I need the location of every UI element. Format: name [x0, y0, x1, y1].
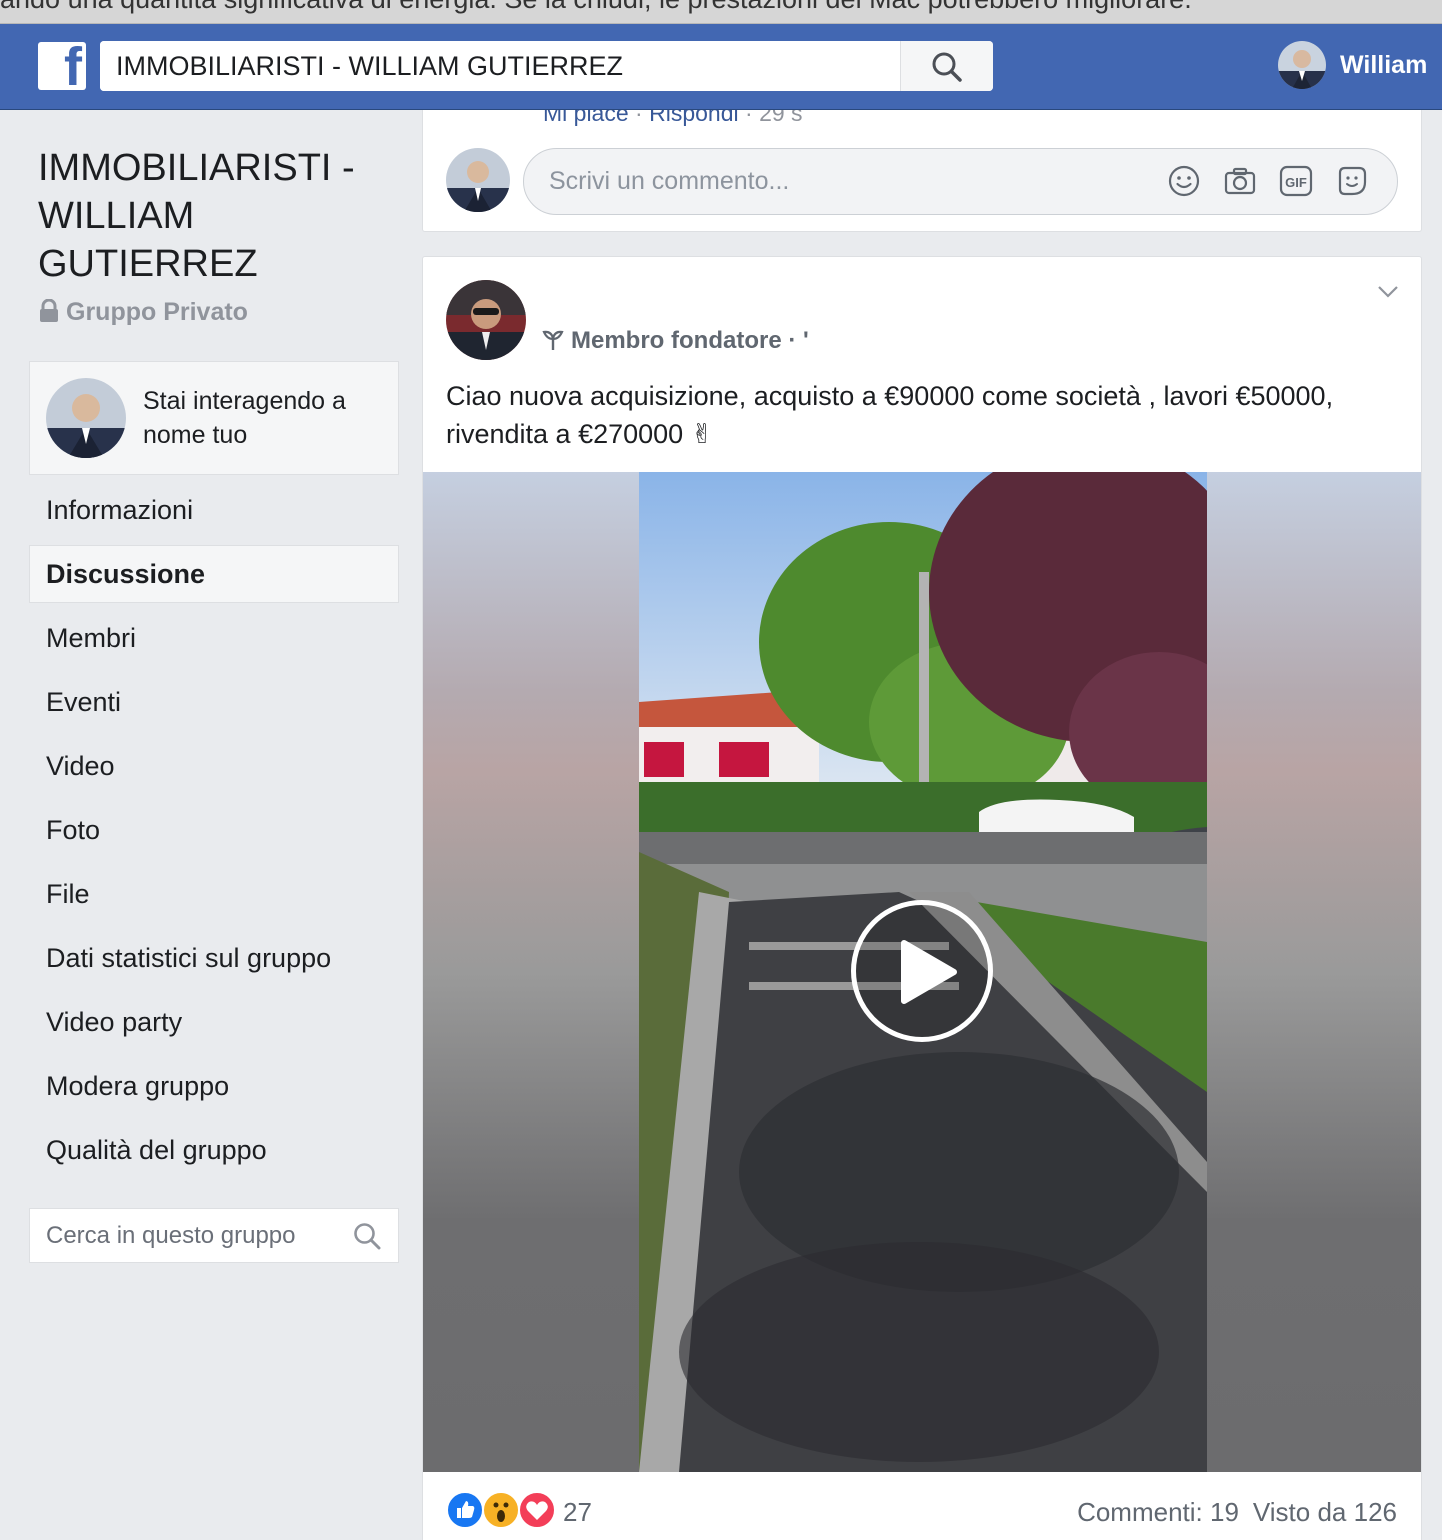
global-search-input[interactable]	[100, 41, 900, 91]
comment-composer: GIF	[523, 148, 1398, 215]
comment-input[interactable]	[524, 149, 1144, 214]
emoji-icon[interactable]	[1167, 164, 1201, 198]
group-privacy: Gruppo Privato	[38, 298, 248, 327]
post-author-meta: Membro fondatore · '	[541, 327, 809, 355]
user-name: William	[1340, 51, 1428, 79]
nav-informazioni[interactable]: Informazioni	[29, 481, 399, 539]
nav-modera-gruppo[interactable]: Modera gruppo	[29, 1057, 399, 1115]
nav-video[interactable]: Video	[29, 737, 399, 795]
user-avatar	[1278, 41, 1326, 89]
nav-foto[interactable]: Foto	[29, 801, 399, 859]
browser-notice-bar: ando una quantità significativa di energ…	[0, 0, 1442, 24]
reactions-count: 27	[563, 1497, 592, 1527]
facebook-logo-letter: f	[64, 42, 82, 90]
previous-comment-actions: Mi piace · Rispondi · 29 s	[543, 110, 803, 127]
global-search-button[interactable]	[900, 41, 993, 91]
like-reaction-icon	[446, 1491, 484, 1529]
lock-icon	[40, 298, 58, 322]
gif-icon[interactable]: GIF	[1279, 164, 1313, 198]
group-privacy-label: Gruppo Privato	[66, 298, 248, 326]
sprout-icon	[542, 330, 564, 350]
previous-post-card: Mi piace · Rispondi · 29 s GIF	[422, 110, 1422, 232]
founder-badge[interactable]: Membro fondatore	[571, 327, 782, 354]
group-title[interactable]: IMMOBILIARISTI - WILLIAM GUTIERREZ	[38, 144, 378, 288]
post-text: Ciao nuova acquisizione, acquisto a €900…	[446, 381, 1334, 449]
comments-count[interactable]: Commenti: 19	[1077, 1497, 1239, 1527]
like-link[interactable]: Mi piace	[543, 110, 629, 126]
camera-icon[interactable]	[1223, 164, 1257, 198]
search-icon	[932, 52, 962, 82]
post-stats: Commenti: 19 Visto da 126	[1077, 1497, 1397, 1528]
comment-timestamp[interactable]: 29 s	[759, 110, 802, 126]
chevron-down-icon[interactable]	[1377, 285, 1399, 299]
love-reaction-icon	[518, 1491, 556, 1529]
acting-as-label: Stai interagendo a nome tuo	[143, 387, 346, 449]
group-search-input[interactable]	[30, 1209, 340, 1262]
nav-video-party[interactable]: Video party	[29, 993, 399, 1051]
video-player[interactable]	[423, 472, 1421, 1472]
browser-notice-text: ando una quantità significativa di energ…	[0, 0, 1192, 15]
nav-dati-statistici[interactable]: Dati statistici sul gruppo	[29, 929, 399, 987]
nav-eventi[interactable]: Eventi	[29, 673, 399, 731]
nav-discussione[interactable]: Discussione	[29, 545, 399, 603]
nav-membri[interactable]: Membri	[29, 609, 399, 667]
sticker-icon[interactable]	[1335, 164, 1369, 198]
top-navigation-bar: f William	[0, 24, 1442, 110]
global-search	[100, 41, 993, 91]
acting-as-switcher[interactable]: Stai interagendo a nome tuo	[29, 361, 399, 475]
reply-link[interactable]: Rispondi	[649, 110, 739, 126]
svg-text:GIF: GIF	[1285, 175, 1307, 190]
play-icon	[901, 940, 957, 1004]
nav-file[interactable]: File	[29, 865, 399, 923]
commenter-avatar	[446, 148, 510, 212]
views-count[interactable]: Visto da 126	[1253, 1497, 1397, 1527]
nav-qualita-gruppo[interactable]: Qualità del gruppo	[29, 1121, 399, 1179]
post-card: Membro fondatore · ' Ciao nuova acquisiz…	[422, 256, 1422, 1540]
post-author-avatar[interactable]	[446, 280, 526, 360]
group-search	[29, 1208, 399, 1263]
search-icon[interactable]	[353, 1222, 381, 1250]
wow-reaction-icon	[482, 1491, 520, 1529]
play-button[interactable]	[851, 900, 993, 1042]
acting-avatar	[46, 378, 126, 458]
facebook-logo-icon[interactable]: f	[38, 42, 86, 90]
